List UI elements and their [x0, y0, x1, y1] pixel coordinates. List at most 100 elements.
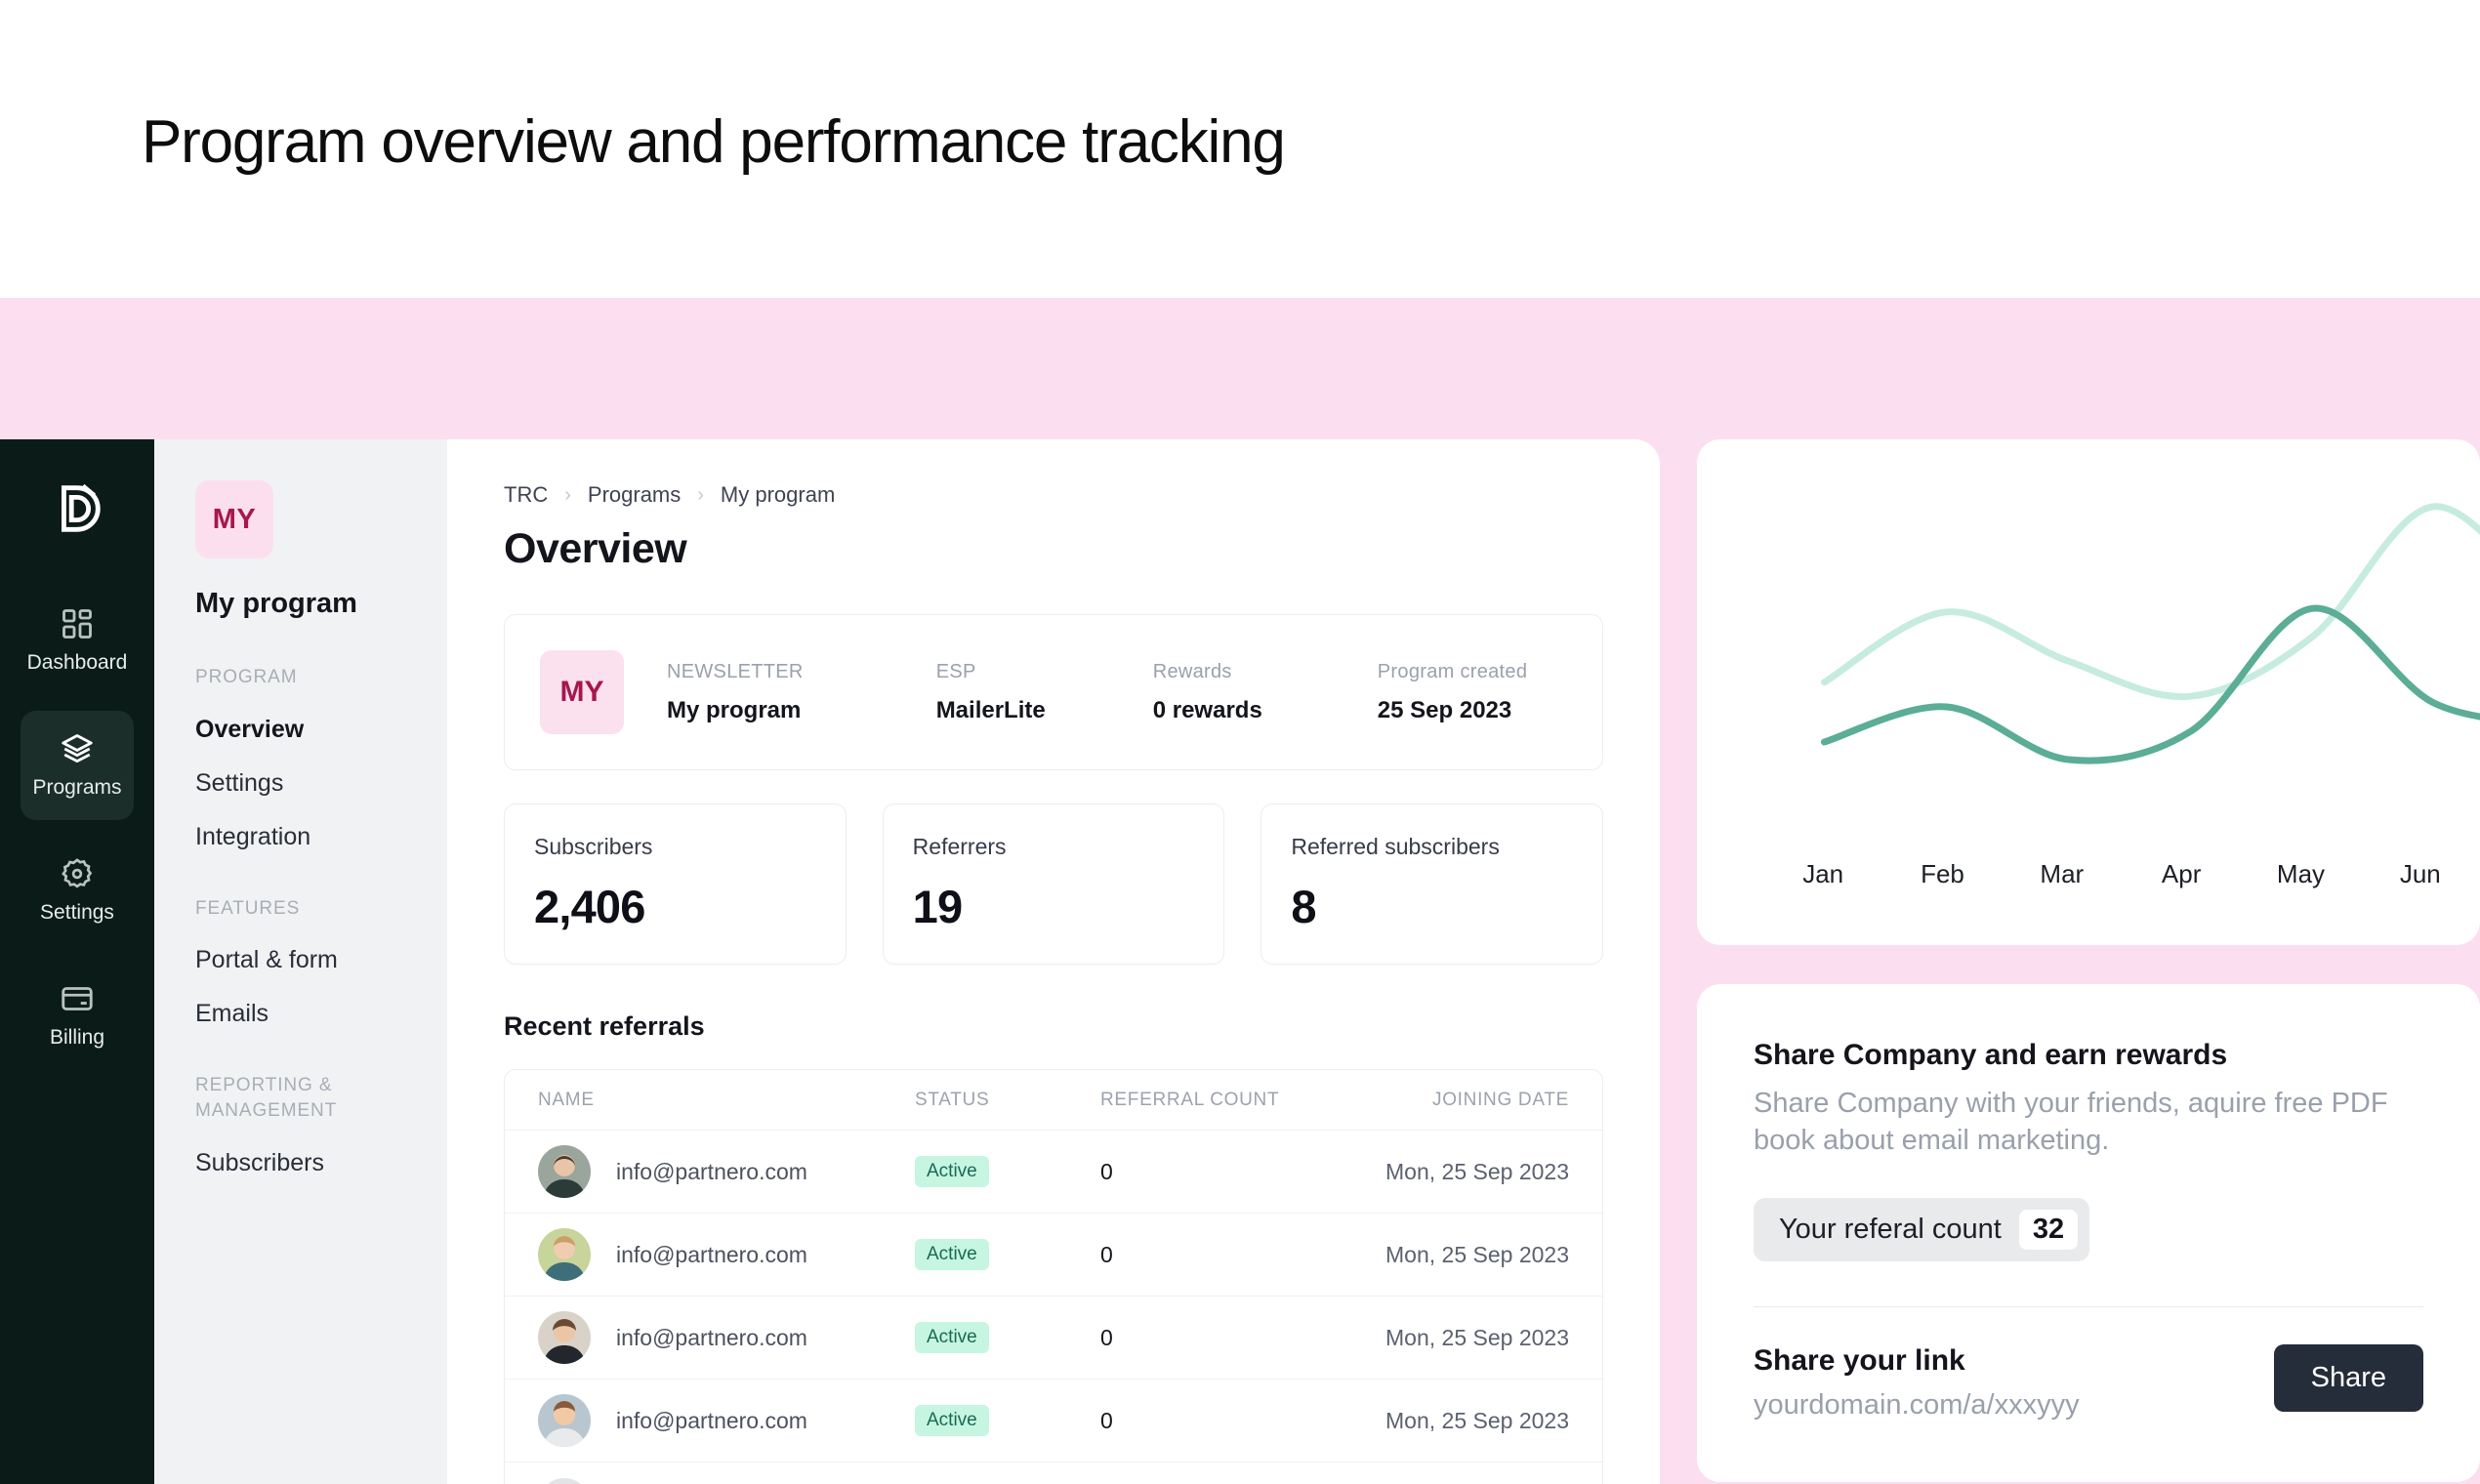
- referral-count-label: Your referal count: [1779, 1214, 2002, 1246]
- cell-referral-count: 0: [1100, 1241, 1113, 1267]
- program-info-avatar: MY: [540, 650, 624, 734]
- sidebar-item-subscribers[interactable]: Subscribers: [195, 1149, 408, 1177]
- cell-joining-date: Mon, 25 Sep 2023: [1385, 1407, 1569, 1433]
- stat-card-referrers: Referrers 19: [882, 804, 1225, 965]
- program-name: My program: [195, 588, 357, 619]
- stat-value: 8: [1291, 881, 1316, 932]
- info-field-newsletter: NEWSLETTER My program: [667, 661, 804, 724]
- sidebar-item-integration[interactable]: Integration: [195, 823, 408, 851]
- cell-joining-date: Mon, 25 Sep 2023: [1385, 1241, 1569, 1267]
- info-field-value: 25 Sep 2023: [1377, 696, 1512, 723]
- breadcrumb-item-trc[interactable]: TRC: [504, 482, 548, 508]
- nav-group-title-program: PROGRAM: [195, 667, 298, 687]
- status-badge: Active: [915, 1239, 989, 1270]
- layers-icon: [60, 731, 95, 766]
- chart-series-referrals-light: [1821, 503, 2480, 701]
- cell-referral-count: 0: [1100, 1158, 1113, 1184]
- table-header-row: NAME STATUS REFERRAL COUNT JOINING DATE: [505, 1070, 1602, 1131]
- status-badge: Active: [915, 1322, 989, 1353]
- grid-icon: [60, 606, 95, 641]
- status-badge: Active: [915, 1156, 989, 1187]
- axis-tick-label: Jan: [1802, 859, 1844, 888]
- avatar: [538, 1228, 591, 1281]
- chart-x-axis: Jan Feb Mar Apr May Jun: [1697, 859, 2480, 889]
- app-window: Dashboard Programs Settings Billing MY M…: [0, 439, 1660, 1484]
- hero-banner: Program overview and performance trackin…: [0, 0, 2480, 298]
- program-info-card: MY NEWSLETTER My program ESP MailerLite …: [504, 614, 1603, 770]
- cell-email: info@partnero.com: [616, 1324, 807, 1350]
- cell-email: info@partnero.com: [616, 1241, 807, 1267]
- cell-joining-date: Mon, 25 Sep 2023: [1385, 1158, 1569, 1184]
- sidebar-item-label: Dashboard: [26, 651, 128, 674]
- sidebar-item-overview[interactable]: Overview: [195, 716, 408, 744]
- page-title: Overview: [504, 525, 687, 572]
- table-row[interactable]: info@partnero.com Active 0 Mon, 25 Sep 2…: [505, 1380, 1602, 1463]
- avatar: [538, 1394, 591, 1447]
- column-header-referral-count: REFERRAL COUNT: [1100, 1089, 1280, 1110]
- performance-chart-card: Jan Feb Mar Apr May Jun: [1697, 439, 2480, 945]
- sidebar-item-billing[interactable]: Billing: [21, 961, 134, 1070]
- program-sidebar: MY My program PROGRAM Overview Settings …: [154, 439, 447, 1484]
- column-header-status: STATUS: [915, 1089, 990, 1110]
- column-header-joining-date: JOINING DATE: [1432, 1089, 1569, 1110]
- stat-label: Referrers: [912, 834, 1007, 859]
- cell-joining-date: Mon, 25 Sep 2023: [1385, 1324, 1569, 1350]
- info-field-value: 0 rewards: [1152, 696, 1262, 723]
- sidebar-item-label: Settings: [40, 901, 114, 924]
- nav-group-title-reporting: REPORTING & MANAGEMENT: [195, 1075, 338, 1121]
- avatar: [538, 1145, 591, 1198]
- stat-label: Referred subscribers: [1291, 834, 1500, 859]
- cell-referral-count: 0: [1100, 1407, 1113, 1433]
- referrals-line-chart: [1821, 503, 2480, 764]
- partnero-logo-icon[interactable]: [47, 478, 107, 539]
- avatar: [538, 1311, 591, 1364]
- chevron-right-icon: ›: [697, 483, 704, 506]
- sidebar-item-label: Programs: [32, 776, 122, 799]
- info-field-label: NEWSLETTER: [667, 660, 804, 682]
- cell-email: info@partnero.com: [616, 1407, 807, 1433]
- sidebar-item-emails[interactable]: Emails: [195, 1000, 408, 1028]
- cell-referral-count: 0: [1100, 1324, 1113, 1350]
- axis-tick-label: Jun: [2399, 859, 2441, 888]
- axis-tick-label: Mar: [2040, 859, 2085, 888]
- sidebar-item-program-settings[interactable]: Settings: [195, 769, 408, 798]
- axis-tick-label: May: [2276, 859, 2326, 888]
- share-card-description: Share Company with your friends, aquire …: [1754, 1088, 2388, 1156]
- breadcrumb: TRC › Programs › My program: [504, 482, 1603, 508]
- info-field-program-created: Program created 25 Sep 2023: [1378, 661, 1527, 724]
- table-row[interactable]: info@partnero.com Active 0 Mon, 25 Sep 2…: [505, 1463, 1602, 1484]
- avatar: [538, 1477, 591, 1484]
- referral-count-pill: Your referal count 32: [1754, 1198, 2090, 1262]
- sidebar-item-dashboard[interactable]: Dashboard: [21, 586, 134, 695]
- stat-value: 19: [912, 881, 963, 932]
- sidebar-item-portal-and-form[interactable]: Portal & form: [195, 946, 408, 974]
- breadcrumb-item-programs[interactable]: Programs: [588, 482, 681, 508]
- credit-card-icon: [60, 981, 95, 1016]
- stat-label: Subscribers: [534, 834, 653, 859]
- stats-row: Subscribers 2,406 Referrers 19 Referred …: [504, 804, 1604, 965]
- page-hero-title: Program overview and performance trackin…: [142, 108, 1286, 176]
- right-panel: Jan Feb Mar Apr May Jun Share Company an…: [1697, 439, 2480, 1484]
- cell-email: info@partnero.com: [616, 1158, 807, 1184]
- chevron-right-icon: ›: [564, 483, 571, 506]
- share-link-url[interactable]: yourdomain.com/a/xxxyyy: [1754, 1389, 2080, 1422]
- table-row[interactable]: info@partnero.com Active 0 Mon, 25 Sep 2…: [505, 1214, 1602, 1297]
- divider: [1754, 1306, 2423, 1308]
- share-button[interactable]: Share: [2273, 1344, 2423, 1413]
- sidebar-item-programs[interactable]: Programs: [21, 711, 134, 820]
- status-badge: Active: [915, 1405, 989, 1436]
- axis-tick-label: Apr: [2161, 859, 2202, 888]
- breadcrumb-item-my-program[interactable]: My program: [721, 482, 835, 508]
- stat-value: 2,406: [534, 881, 645, 932]
- primary-nav-rail: Dashboard Programs Settings Billing: [0, 439, 154, 1484]
- share-link-heading: Share your link: [1754, 1344, 1965, 1378]
- info-field-value: My program: [667, 696, 802, 723]
- sidebar-item-label: Billing: [49, 1026, 105, 1049]
- info-field-label: Rewards: [1152, 660, 1232, 682]
- main-content: TRC › Programs › My program Overview MY …: [447, 439, 1660, 1484]
- table-row[interactable]: info@partnero.com Active 0 Mon, 25 Sep 2…: [505, 1131, 1602, 1214]
- sidebar-item-settings[interactable]: Settings: [21, 836, 134, 945]
- table-row[interactable]: info@partnero.com Active 0 Mon, 25 Sep 2…: [505, 1297, 1602, 1380]
- recent-referrals-title: Recent referrals: [504, 1011, 705, 1041]
- axis-tick-label: Feb: [1921, 859, 1964, 888]
